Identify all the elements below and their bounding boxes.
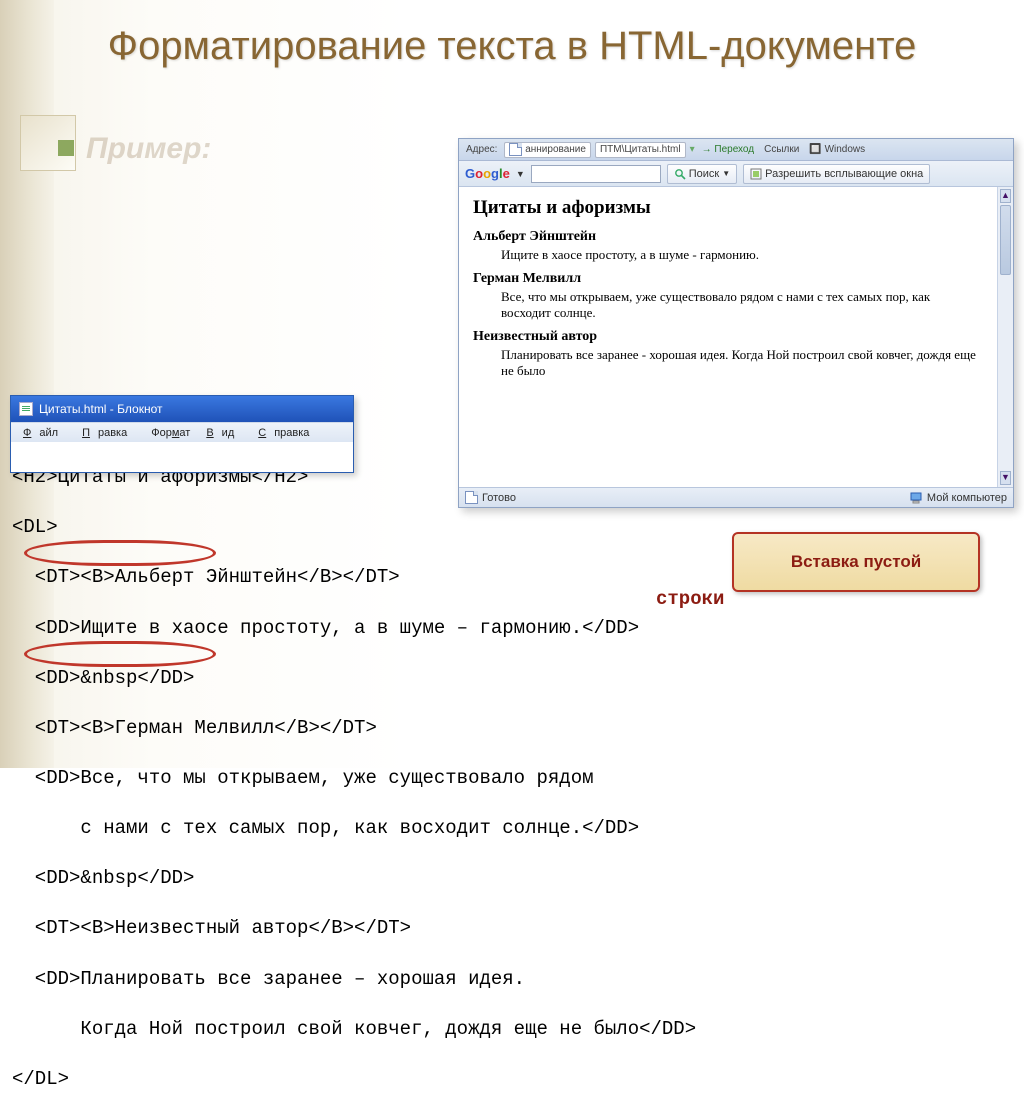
code-line: <DD>&nbsp</DD> [12,666,992,691]
code-line: </DL> [12,1067,992,1092]
go-label: Переход [714,144,754,155]
notepad-menubar: Файл Правка Формат Вид Справка [11,422,353,442]
callout-text-line2: строки [656,588,724,610]
callout-box: Вставка пустой [732,532,980,592]
notepad-titlebar[interactable]: Цитаты.html - Блокнот [11,396,353,422]
code-line: с нами с тех самых пор, как восходит сол… [12,816,992,841]
address-tab-text: аннирование [525,144,586,155]
code-line: <DD>Ищите в хаосе простоту, а в шуме – г… [12,616,992,641]
windows-label[interactable]: 🔲 Windows [806,144,868,155]
scroll-up-icon[interactable]: ▲ [1000,189,1011,203]
quote-3: Планировать все заранее - хорошая идея. … [501,347,983,379]
notepad-body [11,442,353,472]
notepad-icon [19,402,33,416]
browser-addressbar: Адрес: аннирование ПТМ\Цитаты.html ▾ → П… [459,139,1013,161]
quote-2: Все, что мы открываем, уже существовало … [501,289,983,321]
search-button-label: Поиск [689,168,719,180]
code-line: <DT><B>Герман Мелвилл</B></DT> [12,716,992,741]
author-1: Альберт Эйнштейн [473,229,983,245]
author-3: Неизвестный автор [473,329,983,345]
popup-button-label: Разрешить всплывающие окна [765,168,923,180]
code-line: <DD>Планировать все заранее – хорошая ид… [12,967,992,992]
code-line: Когда Ной построил свой ковчег, дождя ещ… [12,1017,992,1042]
code-line: <DD>Все, что мы открываем, уже существов… [12,766,992,791]
menu-file[interactable]: Файл [15,427,74,439]
example-label: Пример: [86,132,211,166]
menu-format[interactable]: Формат [143,427,198,439]
popup-button[interactable]: Разрешить всплывающие окна [743,164,930,184]
code-line: <DT><B>Неизвестный автор</B></DT> [12,916,992,941]
search-icon [674,168,686,180]
scroll-thumb[interactable] [1000,205,1011,275]
go-button[interactable]: → Переход [699,144,758,155]
slide-title: Форматирование текста в HTML-документе [0,24,1024,69]
menu-view[interactable]: Вид [198,427,250,439]
code-line: <DD>&nbsp</DD> [12,866,992,891]
search-input[interactable] [531,165,661,183]
links-label[interactable]: Ссылки [761,144,802,155]
menu-edit[interactable]: Правка [74,427,143,439]
google-logo: Google [465,166,510,181]
author-2: Герман Мелвилл [473,271,983,287]
notepad-window: Цитаты.html - Блокнот Файл Правка Формат… [10,395,354,473]
callout-text-line1: Вставка пустой [791,552,921,572]
page-icon [509,143,522,156]
scroll-down-icon[interactable]: ▼ [1000,471,1011,485]
browser-toolbar: Google ▼ Поиск ▼ Разрешить всплывающие о… [459,161,1013,187]
bullet-icon [58,140,74,156]
page-heading: Цитаты и афоризмы [473,197,983,219]
notepad-title-text: Цитаты.html - Блокнот [39,402,162,416]
menu-help[interactable]: Справка [250,427,325,439]
search-button[interactable]: Поиск ▼ [667,164,737,184]
popup-icon [750,168,762,180]
address-tab[interactable]: аннирование [504,142,591,158]
address-path[interactable]: ПТМ\Цитаты.html [595,142,686,158]
browser-scrollbar[interactable]: ▲ ▼ [997,187,1013,487]
addressbar-label: Адрес: [463,144,500,155]
quote-1: Ищите в хаосе простоту, а в шуме - гармо… [501,247,983,263]
